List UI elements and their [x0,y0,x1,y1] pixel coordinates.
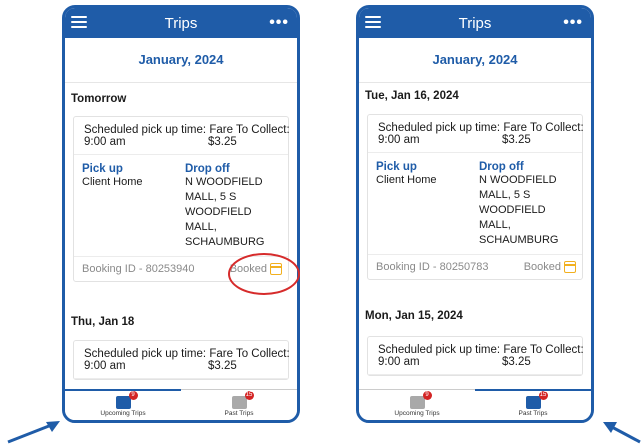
bus-icon: 9 [409,391,432,409]
page-title: Trips [458,14,492,32]
date-section-label: Tomorrow [71,93,127,105]
trip-card[interactable]: Scheduled pick up time: Fare To Collect:… [367,336,584,376]
booking-id: Booking ID - 80250783 [376,261,489,273]
tab-upcoming-trips[interactable]: 9 Upcoming Trips [359,390,475,420]
pickup-value: Client Home [82,176,143,188]
trip-card[interactable]: Scheduled pick up time: Fare To Collect:… [367,114,584,280]
pickup-time: 9:00 am [378,134,420,146]
date-section-label: Tue, Jan 16, 2024 [365,90,459,102]
tab-label: Upcoming Trips [100,410,146,417]
highlight-circle [228,253,300,295]
dropoff-line: MALL, 5 S [479,189,531,201]
tab-past-trips[interactable]: 15 Past Trips [181,390,297,420]
booked-status[interactable]: Booked [524,261,576,273]
fare-label: Fare To Collect: [503,122,584,134]
past-count-badge: 15 [244,391,254,400]
fare-value: $3.25 [208,360,237,372]
dropoff-heading: Drop off [479,161,524,173]
dropoff-line: WOODFIELD MALL, [479,204,546,231]
past-count-badge: 15 [538,391,548,400]
trips-list[interactable]: January, 2024 Tue, Jan 16, 2024 Schedule… [359,38,591,393]
right-phone: Trips ••• January, 2024 Tue, Jan 16, 202… [356,5,594,423]
dropoff-line: SCHAUMBURG [185,236,265,248]
pickup-time: 9:00 am [84,136,126,148]
trips-list[interactable]: January, 2024 Tomorrow Scheduled pick up… [65,38,297,393]
tab-label: Past Trips [224,410,254,417]
more-options-icon[interactable]: ••• [269,15,289,31]
bus-icon: 9 [115,391,138,409]
scheduled-pickup-label: Scheduled pick up time: [84,124,207,136]
header-bar: Trips ••• [65,8,297,38]
header-bar: Trips ••• [359,8,591,38]
tab-upcoming-trips[interactable]: 9 Upcoming Trips [65,389,181,420]
date-section-label: Mon, Jan 15, 2024 [365,310,463,322]
scheduled-pickup-label: Scheduled pick up time: [378,122,501,134]
hamburger-menu-icon[interactable] [71,16,87,29]
scheduled-pickup-label: Scheduled pick up time: [378,344,501,356]
page-title: Trips [164,14,198,32]
more-options-icon[interactable]: ••• [563,15,583,31]
right-pointer-arrow-icon [603,422,641,444]
schedule-row: Scheduled pick up time: Fare To Collect:… [74,117,290,155]
locations-row: Pick up Client Home Drop off N WOODFIELD… [74,155,288,256]
booking-id: Booking ID - 80253940 [82,263,195,275]
fare-value: $3.25 [502,356,531,368]
tab-label: Past Trips [518,410,548,417]
month-heading: January, 2024 [359,38,591,83]
trip-card[interactable]: Scheduled pick up time: Fare To Collect:… [73,340,290,380]
month-heading: January, 2024 [65,38,297,83]
tab-past-trips[interactable]: 15 Past Trips [475,389,591,420]
hamburger-menu-icon[interactable] [365,16,381,29]
bottom-tab-bar: 9 Upcoming Trips 15 Past Trips [65,389,297,420]
booked-label: Booked [523,261,561,273]
scheduled-pickup-label: Scheduled pick up time: [84,348,207,360]
schedule-row: Scheduled pick up time: Fare To Collect:… [74,341,290,379]
pickup-time: 9:00 am [84,360,126,372]
tab-label: Upcoming Trips [394,410,440,417]
fare-value: $3.25 [208,136,237,148]
upcoming-count-badge: 9 [128,391,138,400]
dropoff-line: SCHAUMBURG [479,234,559,246]
upcoming-count-badge: 9 [422,391,432,400]
schedule-row: Scheduled pick up time: Fare To Collect:… [368,115,584,153]
pickup-heading: Pick up [82,163,123,175]
dropoff-line: N WOODFIELD [185,176,263,188]
booking-row: Booking ID - 80250783 Booked [368,254,582,279]
dropoff-line: MALL, 5 S [185,191,237,203]
date-section-label: Thu, Jan 18 [71,316,135,328]
fare-label: Fare To Collect: [209,348,290,360]
dropoff-line: WOODFIELD MALL, [185,206,252,233]
dropoff-line: N WOODFIELD [479,174,557,186]
pickup-time: 9:00 am [378,356,420,368]
left-phone: Trips ••• January, 2024 Tomorrow Schedul… [62,5,300,423]
pickup-value: Client Home [376,174,437,186]
fare-label: Fare To Collect: [209,124,290,136]
locations-row: Pick up Client Home Drop off N WOODFIELD… [368,153,582,254]
pickup-heading: Pick up [376,161,417,173]
fare-label: Fare To Collect: [503,344,584,356]
calendar-icon [564,261,576,273]
past-bus-icon: 15 [525,391,548,409]
schedule-row: Scheduled pick up time: Fare To Collect:… [368,337,584,375]
dropoff-heading: Drop off [185,163,230,175]
fare-value: $3.25 [502,134,531,146]
past-bus-icon: 15 [231,391,254,409]
left-pointer-arrow-icon [7,421,60,444]
bottom-tab-bar: 9 Upcoming Trips 15 Past Trips [359,389,591,420]
